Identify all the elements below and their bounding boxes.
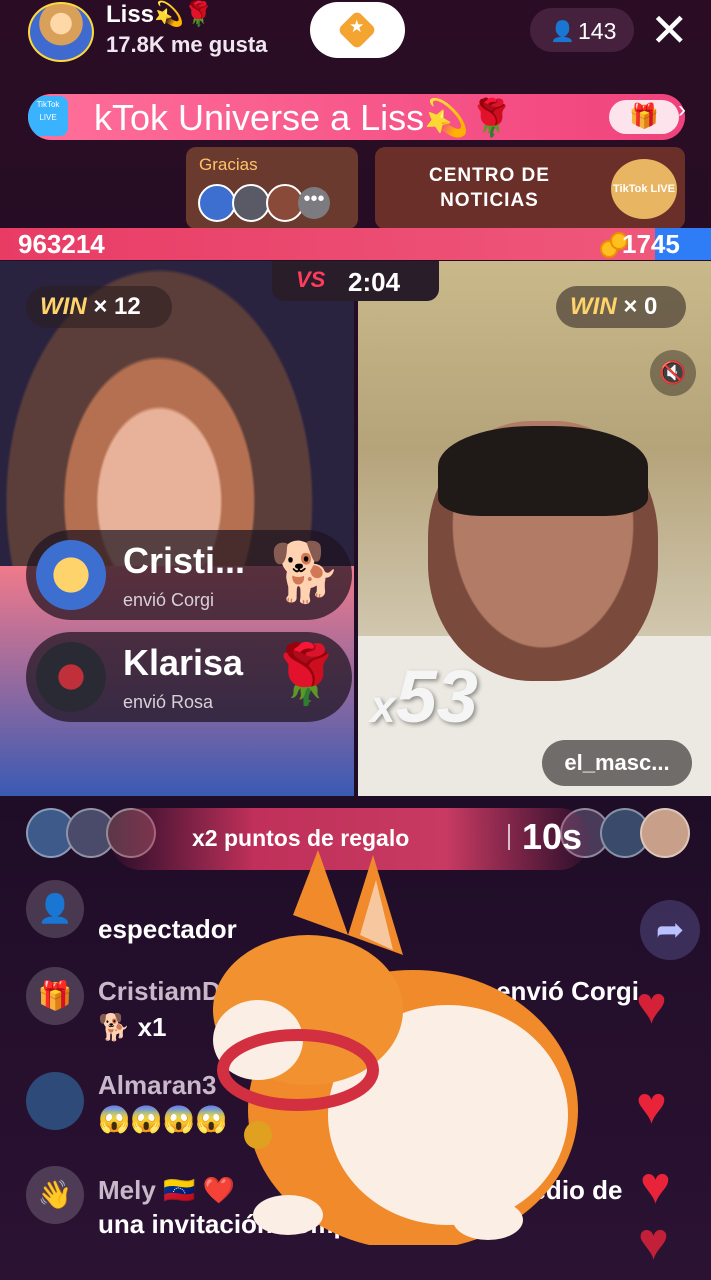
viewer-count: 143 — [578, 18, 617, 44]
thanks-card[interactable]: Gracias ••• — [186, 147, 358, 229]
host-likes: 17.8K me gusta — [106, 32, 268, 57]
timer-value: 2:04 — [348, 267, 401, 297]
heart-icon: ♥ — [636, 1077, 667, 1135]
avatar[interactable] — [26, 1072, 84, 1130]
heart-icon: ♥ — [638, 1213, 669, 1271]
corgi-gift-icon: 🐕 — [269, 540, 342, 605]
chevron-right-icon[interactable]: › — [678, 96, 686, 124]
avatar — [36, 642, 106, 712]
tiktok-live-badge: TikTok LIVE — [28, 96, 68, 136]
star-icon — [337, 10, 377, 50]
chat-gift-count: 🐕 x1 — [98, 1012, 167, 1042]
gift-notification: Cristi... envió Corgi 🐕 — [26, 530, 352, 620]
corgi-gift-animation — [213, 850, 578, 1245]
gift-icon[interactable]: 🎁 — [609, 100, 679, 134]
host-win-streak: WIN × 12 — [26, 286, 172, 328]
opponent-win-streak: WIN × 0 — [556, 286, 686, 328]
person-icon: 👤 — [550, 21, 575, 43]
avatar[interactable] — [640, 808, 690, 858]
chat-avatar: 👤 — [26, 880, 84, 938]
battle-timer: VS 2:04 — [272, 261, 439, 301]
mute-icon[interactable]: 🔇 — [650, 350, 696, 396]
follow-button[interactable] — [310, 2, 405, 58]
gift-icon: 🎁 — [26, 967, 84, 1025]
host-name[interactable]: Liss💫🌹 — [106, 0, 214, 29]
wave-icon: 👋 — [26, 1166, 84, 1224]
gift-combo: x53 — [370, 655, 478, 738]
more-icon[interactable]: ••• — [298, 187, 330, 219]
gift-notification: Klarisa envió Rosa 🌹 — [26, 632, 352, 722]
viewer-count-pill[interactable]: 👤 143 — [530, 8, 634, 52]
heart-icon: ♥ — [636, 977, 667, 1035]
vs-icon: VS — [296, 267, 326, 292]
host-score: 963214 — [18, 229, 105, 259]
avatar — [232, 184, 270, 222]
tiktok-live-logo: TikTok LIVE — [611, 159, 677, 219]
rose-gift-icon: 🌹 — [269, 642, 342, 707]
banner-text: kTok Universe a Liss💫🌹 — [94, 97, 514, 138]
thanks-label: Gracias — [199, 155, 258, 174]
avatar — [198, 184, 236, 222]
opponent-name[interactable]: el_masc... — [542, 740, 692, 786]
opponent-score: 1745 — [622, 229, 680, 259]
host-avatar[interactable] — [28, 2, 94, 62]
news-center-label: CENTRO DE NOTICIAS — [429, 165, 550, 211]
gift-banner[interactable]: TikTok LIVE kTok Universe a Liss💫🌹 🎁 — [28, 94, 685, 140]
close-button[interactable]: ✕ — [650, 0, 689, 60]
avatar — [36, 540, 106, 610]
share-icon[interactable]: ➦ — [640, 900, 700, 960]
news-center-card[interactable]: CENTRO DE NOTICIAS TikTok LIVE — [375, 147, 685, 229]
heart-icon: ♥ — [640, 1157, 671, 1215]
